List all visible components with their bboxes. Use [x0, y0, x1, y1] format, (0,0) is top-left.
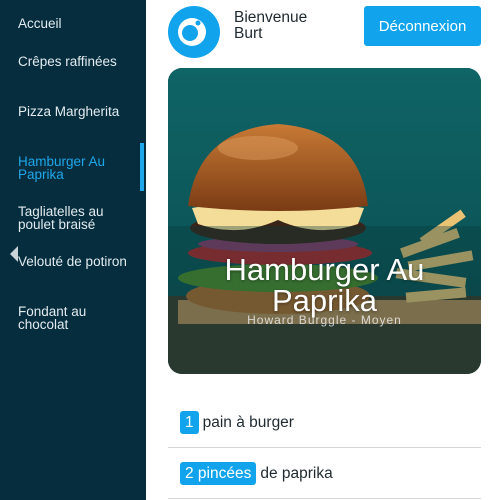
- ingredient-item: 1 pain à burger: [168, 398, 481, 448]
- recipe-subtitle: Howard Burggle - Moyen: [247, 313, 402, 327]
- active-indicator: [140, 143, 144, 191]
- sidebar-item-veloute-de-potiron[interactable]: Velouté de potiron: [18, 255, 140, 269]
- logout-button[interactable]: Déconnexion: [364, 6, 481, 46]
- sidebar-item-pizza-margherita[interactable]: Pizza Margherita: [18, 105, 140, 119]
- logo-icon: [168, 6, 220, 58]
- sidebar-item-crepes-raffinees[interactable]: Crêpes raffinées: [18, 55, 140, 69]
- ingredient-qty: 1: [180, 411, 199, 434]
- chevron-left-icon[interactable]: [8, 244, 20, 264]
- welcome-text: Bienvenue Burt: [234, 9, 308, 42]
- recipe-hero: Hamburger Au Paprika Howard Burggle - Mo…: [168, 68, 481, 374]
- sidebar-item-fondant-au-chocolat[interactable]: Fondant au chocolat: [18, 305, 140, 332]
- sidebar-item-hamburger-au-paprika[interactable]: Hamburger Au Paprika: [18, 155, 140, 182]
- burger-photo: [168, 68, 481, 374]
- ingredient-qty: 2 pincées: [180, 462, 257, 485]
- sidebar-item-tagliatelles[interactable]: Tagliatelles au poulet braisé: [18, 205, 140, 232]
- ingredient-name: pain à burger: [202, 413, 294, 431]
- recipe-title: Hamburger Au Paprika: [224, 252, 425, 318]
- ingredient-name: de paprika: [260, 464, 333, 482]
- sidebar-item-accueil[interactable]: Accueil: [18, 17, 140, 31]
- ingredient-item: 2 pincées de paprika: [168, 449, 481, 499]
- sidebar: Accueil Crêpes raffinées Pizza Margherit…: [0, 0, 146, 500]
